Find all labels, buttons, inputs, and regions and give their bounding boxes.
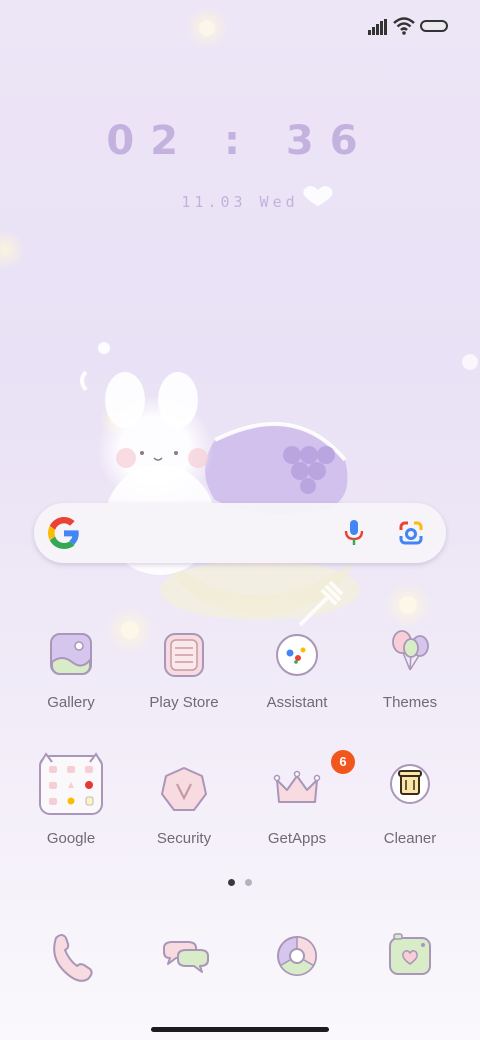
app-label: Assistant (266, 694, 328, 711)
google-search-bar[interactable] (34, 503, 446, 563)
camera-icon[interactable] (380, 926, 440, 986)
google-lens-icon[interactable] (398, 520, 424, 546)
app-play-store[interactable]: Play Store (132, 626, 236, 746)
phone-icon[interactable] (41, 926, 101, 986)
page-dot[interactable] (245, 879, 252, 886)
app-label: Cleaner (383, 830, 437, 847)
app-assistant[interactable]: Assistant (245, 626, 349, 746)
play-store-icon (164, 633, 204, 677)
microphone-icon[interactable] (342, 519, 366, 547)
getapps-icon (273, 770, 321, 803)
google-folder-icon (39, 752, 103, 815)
app-label: Gallery (47, 694, 95, 711)
security-icon (161, 767, 207, 811)
app-label: GetApps (267, 830, 327, 847)
folder-google[interactable]: Google (19, 752, 123, 882)
google-g-icon (48, 517, 79, 549)
notification-badge: 6 (331, 750, 355, 774)
messages-icon[interactable] (154, 926, 214, 986)
status-bar (0, 0, 480, 56)
clock-date[interactable]: 11.03 Wed (0, 193, 480, 211)
app-cleaner[interactable]: Cleaner (358, 762, 462, 882)
app-security[interactable]: Security (132, 762, 236, 882)
app-label: Play Store (149, 694, 219, 711)
assistant-icon (276, 634, 318, 676)
page-dot-active[interactable] (228, 879, 235, 886)
clock-time[interactable]: 02 : 36 (0, 118, 480, 164)
app-gallery[interactable]: Gallery (19, 626, 123, 746)
battery-icon (420, 20, 448, 32)
home-indicator[interactable] (151, 1027, 329, 1032)
themes-icon (392, 630, 429, 671)
gallery-icon (50, 633, 92, 675)
app-themes[interactable]: Themes (358, 626, 462, 746)
signal-icon (368, 19, 387, 35)
app-label: Themes (382, 694, 438, 711)
app-getapps[interactable]: 6 GetApps (245, 750, 355, 882)
app-label: Google (46, 830, 96, 847)
app-label: Security (156, 830, 212, 847)
wifi-icon (393, 17, 415, 35)
cleaner-icon (390, 764, 430, 804)
browser-icon[interactable] (267, 926, 327, 986)
